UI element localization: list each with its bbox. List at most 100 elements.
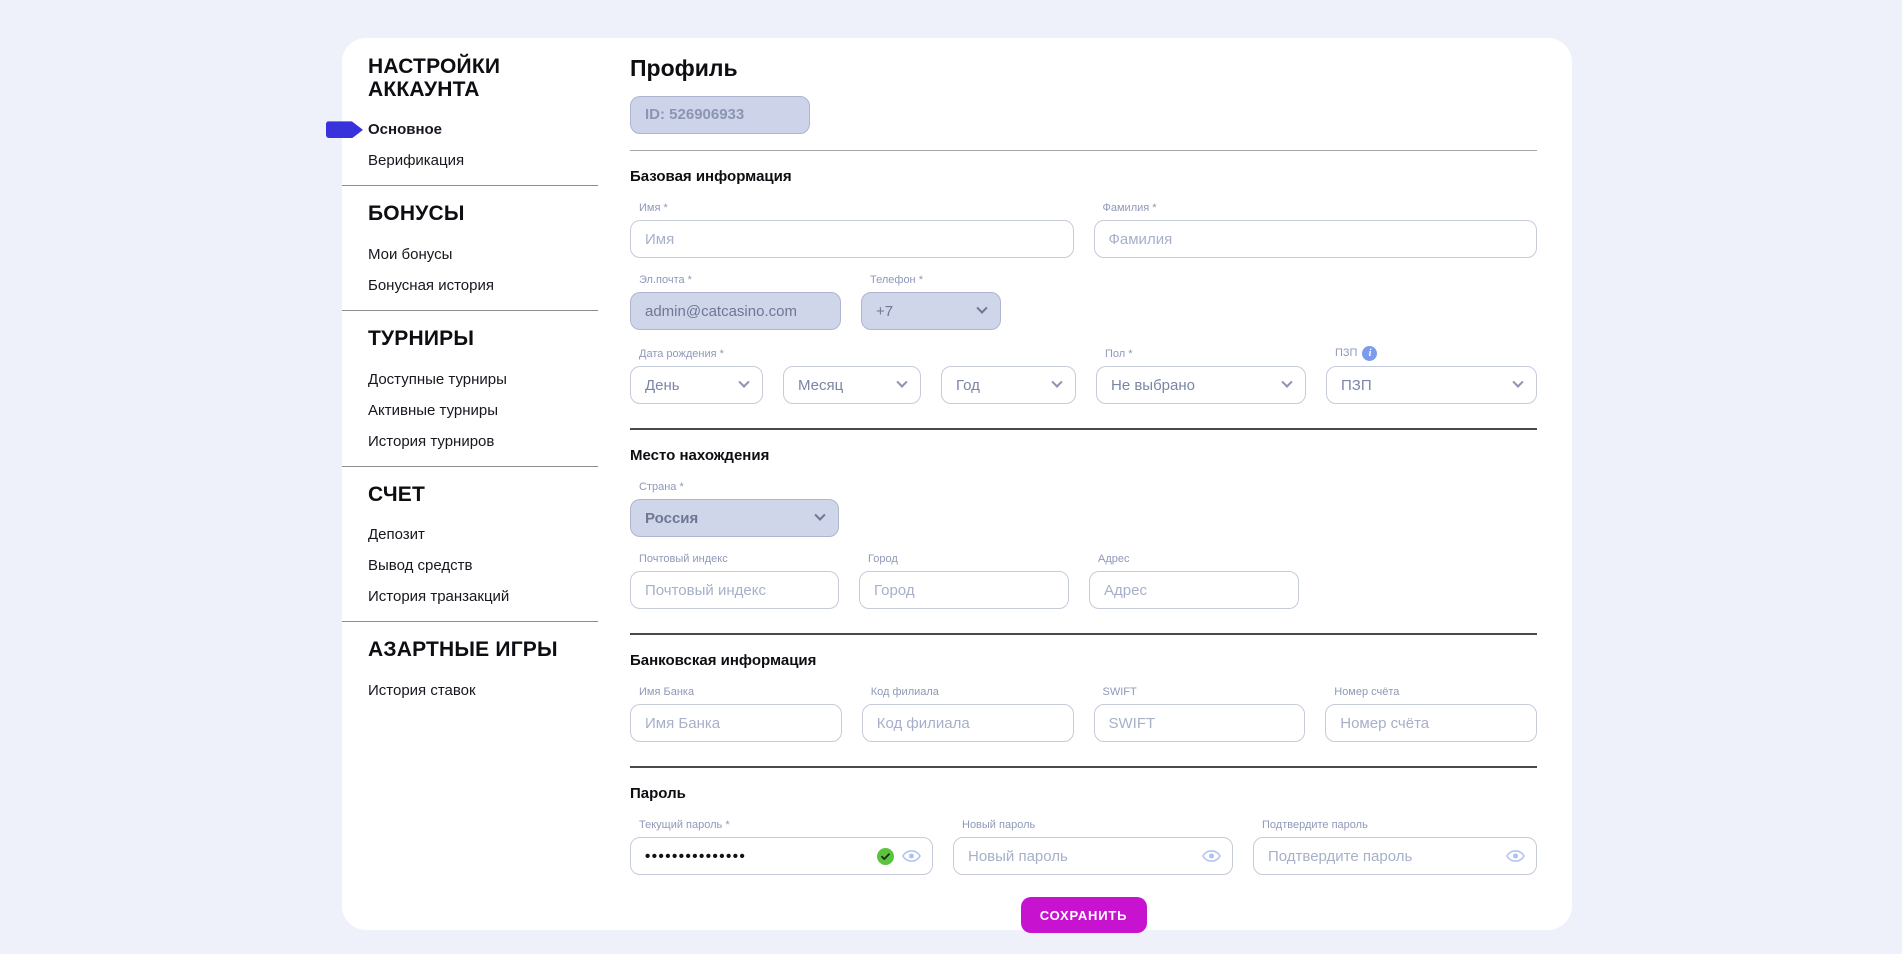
email-field xyxy=(630,292,841,330)
pzp-label: ПЗП i xyxy=(1335,346,1537,361)
country-select: Россия xyxy=(630,499,839,537)
eye-icon[interactable] xyxy=(1506,849,1525,863)
section-divider xyxy=(630,633,1537,635)
address-label: Адрес xyxy=(1098,553,1299,566)
birth-day-value: День xyxy=(645,377,680,394)
sidebar-item-main[interactable]: Основное xyxy=(368,121,598,138)
city-label: Город xyxy=(868,553,1069,566)
confirm-password-wrap xyxy=(1253,837,1537,875)
country-row: Страна * Россия xyxy=(630,481,1537,537)
section-divider xyxy=(630,150,1537,151)
sidebar-item-deposit[interactable]: Депозит xyxy=(368,526,598,543)
branch-code-label: Код филиала xyxy=(871,686,1074,699)
section-divider xyxy=(630,766,1537,768)
chevron-down-icon xyxy=(1512,377,1523,388)
first-name-input[interactable] xyxy=(630,220,1074,258)
sidebar-item-available-tournaments[interactable]: Доступные турниры xyxy=(368,371,598,388)
birth-year-field-group: Год xyxy=(941,366,1076,404)
phone-code-value: +7 xyxy=(876,303,893,320)
birth-date-label: Дата рождения * xyxy=(639,348,763,361)
birth-month-select[interactable]: Месяц xyxy=(783,366,921,404)
sidebar-item-tournament-history[interactable]: История турниров xyxy=(368,433,598,450)
location-heading: Место нахождения xyxy=(630,447,1537,464)
sidebar-item-label: История турниров xyxy=(368,433,494,450)
current-password-wrap xyxy=(630,837,933,875)
sidebar-item-active-tournaments[interactable]: Активные турниры xyxy=(368,402,598,419)
pzp-select[interactable]: ПЗП xyxy=(1326,366,1537,404)
profile-main: Профиль ID: 526906933 Базовая информация… xyxy=(630,38,1537,933)
bank-info-heading: Банковская информация xyxy=(630,652,1537,669)
address-row: Почтовый индекс Город Адрес xyxy=(630,553,1537,609)
active-item-arrow-icon xyxy=(326,121,363,138)
chevron-down-icon xyxy=(738,377,749,388)
sidebar: Настройки аккаунта Основное Верификация … xyxy=(342,38,598,713)
postal-code-label: Почтовый индекс xyxy=(639,553,839,566)
birth-year-select[interactable]: Год xyxy=(941,366,1076,404)
password-row: Текущий пароль * xyxy=(630,819,1537,875)
sidebar-item-transaction-history[interactable]: История транзакций xyxy=(368,588,598,605)
country-field-group: Страна * Россия xyxy=(630,481,839,537)
last-name-input[interactable] xyxy=(1094,220,1538,258)
basic-info-heading: Базовая информация xyxy=(630,168,1537,185)
confirm-password-label: Подтвердите пароль xyxy=(1262,819,1537,832)
sidebar-group-title-tournaments: Турниры xyxy=(368,328,586,351)
gender-select[interactable]: Не выбрано xyxy=(1096,366,1306,404)
sidebar-item-bet-history[interactable]: История ставок xyxy=(368,682,598,699)
phone-code-select: +7 xyxy=(861,292,1001,330)
confirm-password-icons xyxy=(1506,837,1525,875)
birth-month-value: Месяц xyxy=(798,377,843,394)
birth-day-select[interactable]: День xyxy=(630,366,763,404)
branch-code-input[interactable] xyxy=(862,704,1074,742)
sidebar-group-title-account-settings: Настройки аккаунта xyxy=(368,56,586,101)
birth-year-value: Год xyxy=(956,377,980,394)
first-name-field-group: Имя * xyxy=(630,202,1074,258)
current-password-label: Текущий пароль * xyxy=(639,819,933,832)
info-icon[interactable]: i xyxy=(1362,346,1377,361)
first-name-label: Имя * xyxy=(639,202,1074,215)
eye-icon[interactable] xyxy=(902,849,921,863)
save-button-row: СОХРАНИТЬ xyxy=(630,897,1537,933)
birth-month-field-group: Месяц xyxy=(783,366,921,404)
current-password-field-group: Текущий пароль * xyxy=(630,819,933,875)
password-heading: Пароль xyxy=(630,785,1537,802)
sidebar-item-withdrawal[interactable]: Вывод средств xyxy=(368,557,598,574)
account-number-label: Номер счёта xyxy=(1334,686,1537,699)
confirm-password-input[interactable] xyxy=(1253,837,1537,875)
gender-label: Пол * xyxy=(1105,348,1306,361)
sidebar-item-label: История транзакций xyxy=(368,588,509,605)
bank-name-input[interactable] xyxy=(630,704,842,742)
sidebar-group-title-bonuses: Бонусы xyxy=(368,203,586,226)
branch-code-field-group: Код филиала xyxy=(862,686,1074,742)
sidebar-item-label: Верификация xyxy=(368,152,464,169)
pzp-value: ПЗП xyxy=(1341,377,1372,394)
page-title: Профиль xyxy=(630,55,1537,82)
sidebar-item-verification[interactable]: Верификация xyxy=(368,152,598,169)
last-name-field-group: Фамилия * xyxy=(1094,202,1538,258)
sidebar-item-bonus-history[interactable]: Бонусная история xyxy=(368,277,598,294)
bank-name-label: Имя Банка xyxy=(639,686,842,699)
address-input[interactable] xyxy=(1089,571,1299,609)
city-field-group: Город xyxy=(859,553,1069,609)
swift-input[interactable] xyxy=(1094,704,1306,742)
birth-day-field-group: Дата рождения * День xyxy=(630,348,763,404)
city-input[interactable] xyxy=(859,571,1069,609)
account-number-input[interactable] xyxy=(1325,704,1537,742)
new-password-icons xyxy=(1202,837,1221,875)
eye-icon[interactable] xyxy=(1202,849,1221,863)
valid-check-icon xyxy=(877,848,894,865)
postal-code-input[interactable] xyxy=(630,571,839,609)
name-row: Имя * Фамилия * xyxy=(630,202,1537,258)
sidebar-divider xyxy=(342,466,598,467)
new-password-field-group: Новый пароль xyxy=(953,819,1233,875)
contact-row: Эл.почта * Телефон * +7 xyxy=(630,274,1537,330)
new-password-input[interactable] xyxy=(953,837,1233,875)
new-password-wrap xyxy=(953,837,1233,875)
save-button[interactable]: СОХРАНИТЬ xyxy=(1021,897,1147,933)
sidebar-item-my-bonuses[interactable]: Мои бонусы xyxy=(368,246,598,263)
account-settings-card: Настройки аккаунта Основное Верификация … xyxy=(342,38,1572,930)
sidebar-item-label: Бонусная история xyxy=(368,277,494,294)
address-field-group: Адрес xyxy=(1089,553,1299,609)
confirm-password-field-group: Подтвердите пароль xyxy=(1253,819,1537,875)
user-id-chip: ID: 526906933 xyxy=(630,96,810,134)
sidebar-item-label: Депозит xyxy=(368,526,425,543)
